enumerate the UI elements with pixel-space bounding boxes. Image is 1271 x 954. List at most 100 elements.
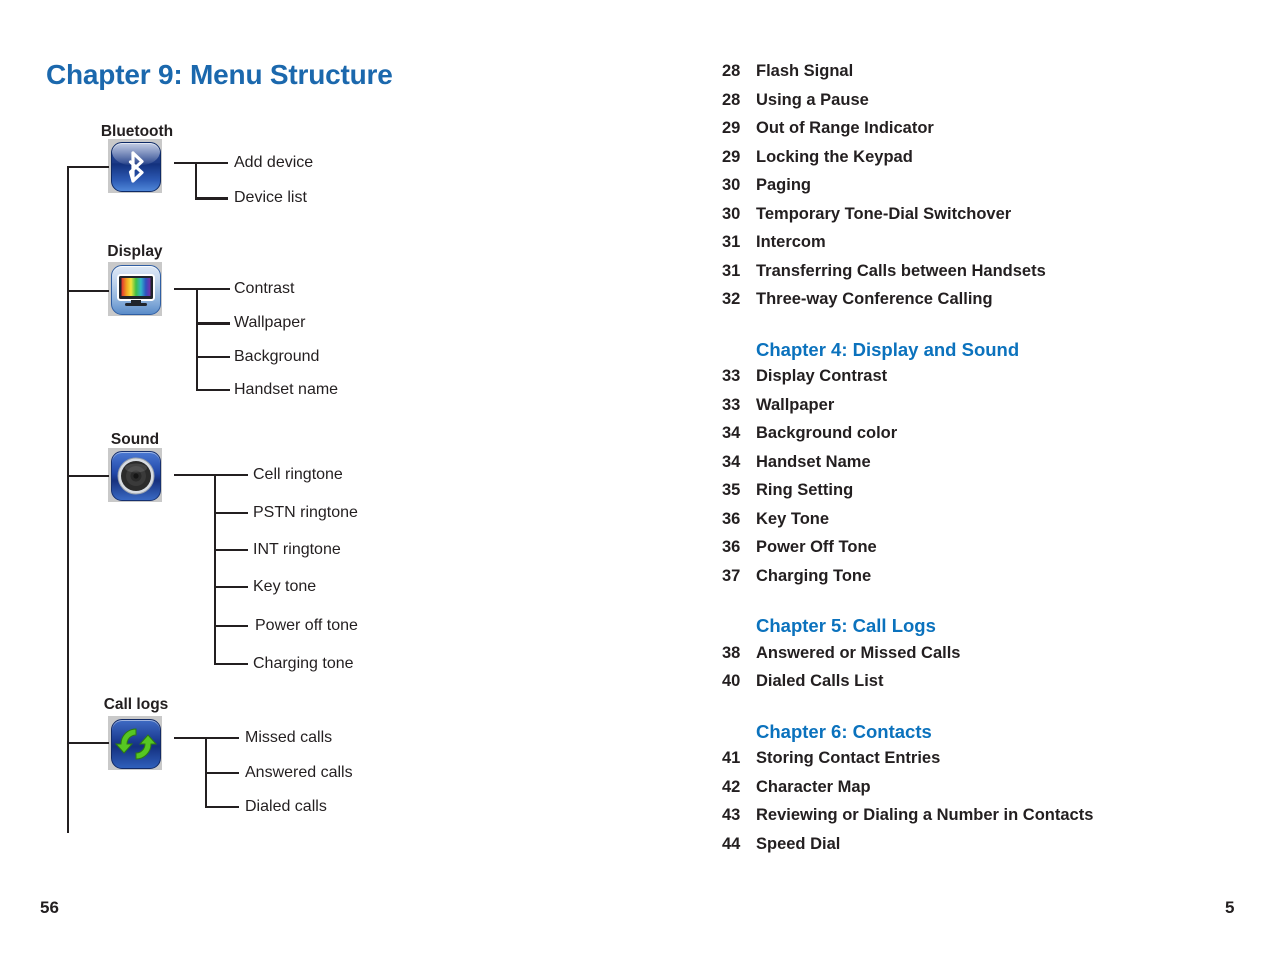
toc-entry-page-number: 34 — [722, 424, 741, 442]
tree-trunk-line — [67, 167, 69, 833]
toc-chapter-heading: Chapter 6: Contacts — [722, 721, 1262, 750]
toc-entry-page-number: 37 — [722, 566, 741, 585]
menu-item-missed-calls[interactable]: Missed calls — [245, 730, 332, 746]
menu-group-label-display: Display — [107, 243, 163, 260]
toc-entry-title: Background color — [756, 424, 898, 442]
toc-entry[interactable]: 35 Ring Setting — [722, 481, 1262, 510]
child-stub-call-logs-2 — [205, 806, 239, 808]
toc-entry-page-number: 28 — [722, 90, 741, 109]
toc-entry[interactable]: 43 Reviewing or Dialing a Number in Conta… — [722, 806, 1262, 835]
menu-item-wallpaper[interactable]: Wallpaper — [234, 315, 305, 331]
toc-chapter-heading-label: Chapter 5: Call Logs — [756, 615, 936, 636]
menu-item-int-ringtone[interactable]: INT ringtone — [253, 542, 341, 558]
toc-entry-page-number: 31 — [722, 261, 741, 280]
menu-item-background[interactable]: Background — [234, 349, 319, 365]
toc-entry[interactable]: 28 Flash Signal — [722, 62, 1262, 91]
toc-entry[interactable]: 28 Using a Pause — [722, 91, 1262, 120]
toc-entry[interactable]: 41 Storing Contact Entries — [722, 749, 1262, 778]
child-stub-sound-5 — [214, 663, 248, 665]
toc-entry-page-number: 42 — [722, 777, 741, 796]
child-stub-sound-1 — [214, 512, 248, 514]
toc-entry-title: Using a Pause — [756, 90, 869, 109]
menu-item-answered-calls[interactable]: Answered calls — [245, 765, 353, 781]
sound-icon[interactable] — [108, 448, 162, 502]
branch-spine-bluetooth — [195, 162, 197, 200]
toc-entry[interactable]: 36 Power Off Tone — [722, 538, 1262, 567]
child-stub-sound-2 — [214, 549, 248, 551]
menu-item-handset-name[interactable]: Handset name — [234, 382, 338, 398]
toc-entry-page-number: 33 — [722, 395, 741, 414]
bluetooth-icon[interactable] — [108, 139, 162, 193]
toc-entry[interactable]: 36 Key Tone — [722, 510, 1262, 539]
toc-entry-page-number: 32 — [722, 290, 741, 308]
menu-item-key-tone[interactable]: Key tone — [253, 579, 316, 595]
toc-entry[interactable]: 42 Character Map — [722, 778, 1262, 807]
folio-right: 5 — [1225, 898, 1235, 917]
toc-entry[interactable]: 30 Paging — [722, 176, 1262, 205]
display-icon[interactable] — [108, 262, 162, 316]
toc-entry-title: Handset Name — [756, 452, 871, 471]
toc-entry-page-number: 29 — [722, 147, 741, 166]
menu-item-dialed-calls[interactable]: Dialed calls — [245, 799, 327, 815]
toc-entry-title: Speed Dial — [756, 834, 841, 853]
menu-group-label-call-logs: Call logs — [103, 696, 169, 713]
toc-block-spacer — [722, 701, 1262, 721]
branch-spine-sound — [214, 474, 216, 664]
toc-entry[interactable]: 34 Handset Name — [722, 453, 1262, 482]
toc-entry-page-number: 35 — [722, 481, 741, 499]
toc-entry-title: Ring Setting — [756, 481, 854, 499]
toc-entry-title: Flash Signal — [756, 62, 854, 80]
menu-item-cell-ringtone[interactable]: Cell ringtone — [253, 467, 343, 483]
toc-entry[interactable]: 29 Out of Range Indicator — [722, 119, 1262, 148]
toc-entry-page-number: 31 — [722, 233, 741, 251]
menu-item-device-list[interactable]: Device list — [234, 190, 307, 206]
toc-entry[interactable]: 33 Wallpaper — [722, 396, 1262, 425]
toc-chapter-heading-label: Chapter 4: Display and Sound — [756, 338, 1020, 360]
toc-entry[interactable]: 31 Transferring Calls between Handsets — [722, 262, 1262, 291]
toc-block-spacer — [722, 595, 1262, 615]
toc-entry-page-number: 41 — [722, 749, 741, 767]
toc-entry[interactable]: 32 Three-way Conference Calling — [722, 290, 1262, 319]
toc-entry-title: Power Off Tone — [756, 538, 877, 556]
toc-entry-title: Charging Tone — [756, 566, 872, 585]
toc-entry-title: Display Contrast — [756, 367, 888, 385]
toc-entry[interactable]: 33 Display Contrast — [722, 367, 1262, 396]
menu-item-add-device[interactable]: Add device — [234, 155, 313, 171]
toc-entry[interactable]: 30 Temporary Tone-Dial Switchover — [722, 205, 1262, 234]
toc-entry[interactable]: 40 Dialed Calls List — [722, 672, 1262, 701]
menu-item-pstn-ringtone[interactable]: PSTN ringtone — [253, 505, 358, 521]
menu-item-charging-tone[interactable]: Charging tone — [253, 656, 354, 672]
child-stub-sound-3 — [214, 586, 248, 588]
toc-block-spacer — [722, 319, 1262, 339]
child-stub-display-3 — [196, 389, 230, 391]
child-stub-call-logs-1 — [205, 772, 239, 774]
toc-entry-title: Intercom — [756, 233, 826, 251]
child-stub-bluetooth-0 — [195, 162, 228, 164]
toc-entry[interactable]: 31 Intercom — [722, 233, 1262, 262]
menu-item-contrast[interactable]: Contrast — [234, 281, 294, 297]
toc-entry-page-number: 30 — [722, 204, 741, 223]
folio-left: 56 — [40, 898, 59, 917]
call-logs-icon[interactable] — [108, 716, 162, 770]
toc-entry[interactable]: 44 Speed Dial — [722, 835, 1262, 864]
menu-structure-diagram: Bluetooth Add device Device list Display… — [0, 0, 660, 880]
toc-entry-title: Temporary Tone-Dial Switchover — [756, 204, 1012, 223]
child-stub-sound-0 — [214, 474, 248, 476]
toc-entry[interactable]: 38 Answered or Missed Calls — [722, 644, 1262, 673]
child-stub-call-logs-0 — [205, 737, 239, 739]
toc-entry-page-number: 36 — [722, 509, 741, 528]
trunk-stub-bluetooth — [67, 166, 109, 168]
trunk-stub-sound — [67, 475, 109, 477]
toc-entry-page-number: 30 — [722, 176, 741, 194]
trunk-stub-display — [67, 290, 109, 292]
toc-chapter-heading: Chapter 5: Call Logs — [722, 615, 1262, 644]
toc-entry-page-number: 36 — [722, 538, 741, 556]
toc-entry[interactable]: 29 Locking the Keypad — [722, 148, 1262, 177]
toc-entry[interactable]: 34 Background color — [722, 424, 1262, 453]
toc-entry-title: Locking the Keypad — [756, 147, 913, 166]
menu-item-power-off-tone[interactable]: Power off tone — [255, 618, 358, 634]
toc-entry-page-number: 33 — [722, 367, 741, 385]
child-stub-sound-4 — [214, 625, 248, 627]
toc-entry[interactable]: 37 Charging Tone — [722, 567, 1262, 596]
branch-spine-display — [196, 288, 198, 391]
